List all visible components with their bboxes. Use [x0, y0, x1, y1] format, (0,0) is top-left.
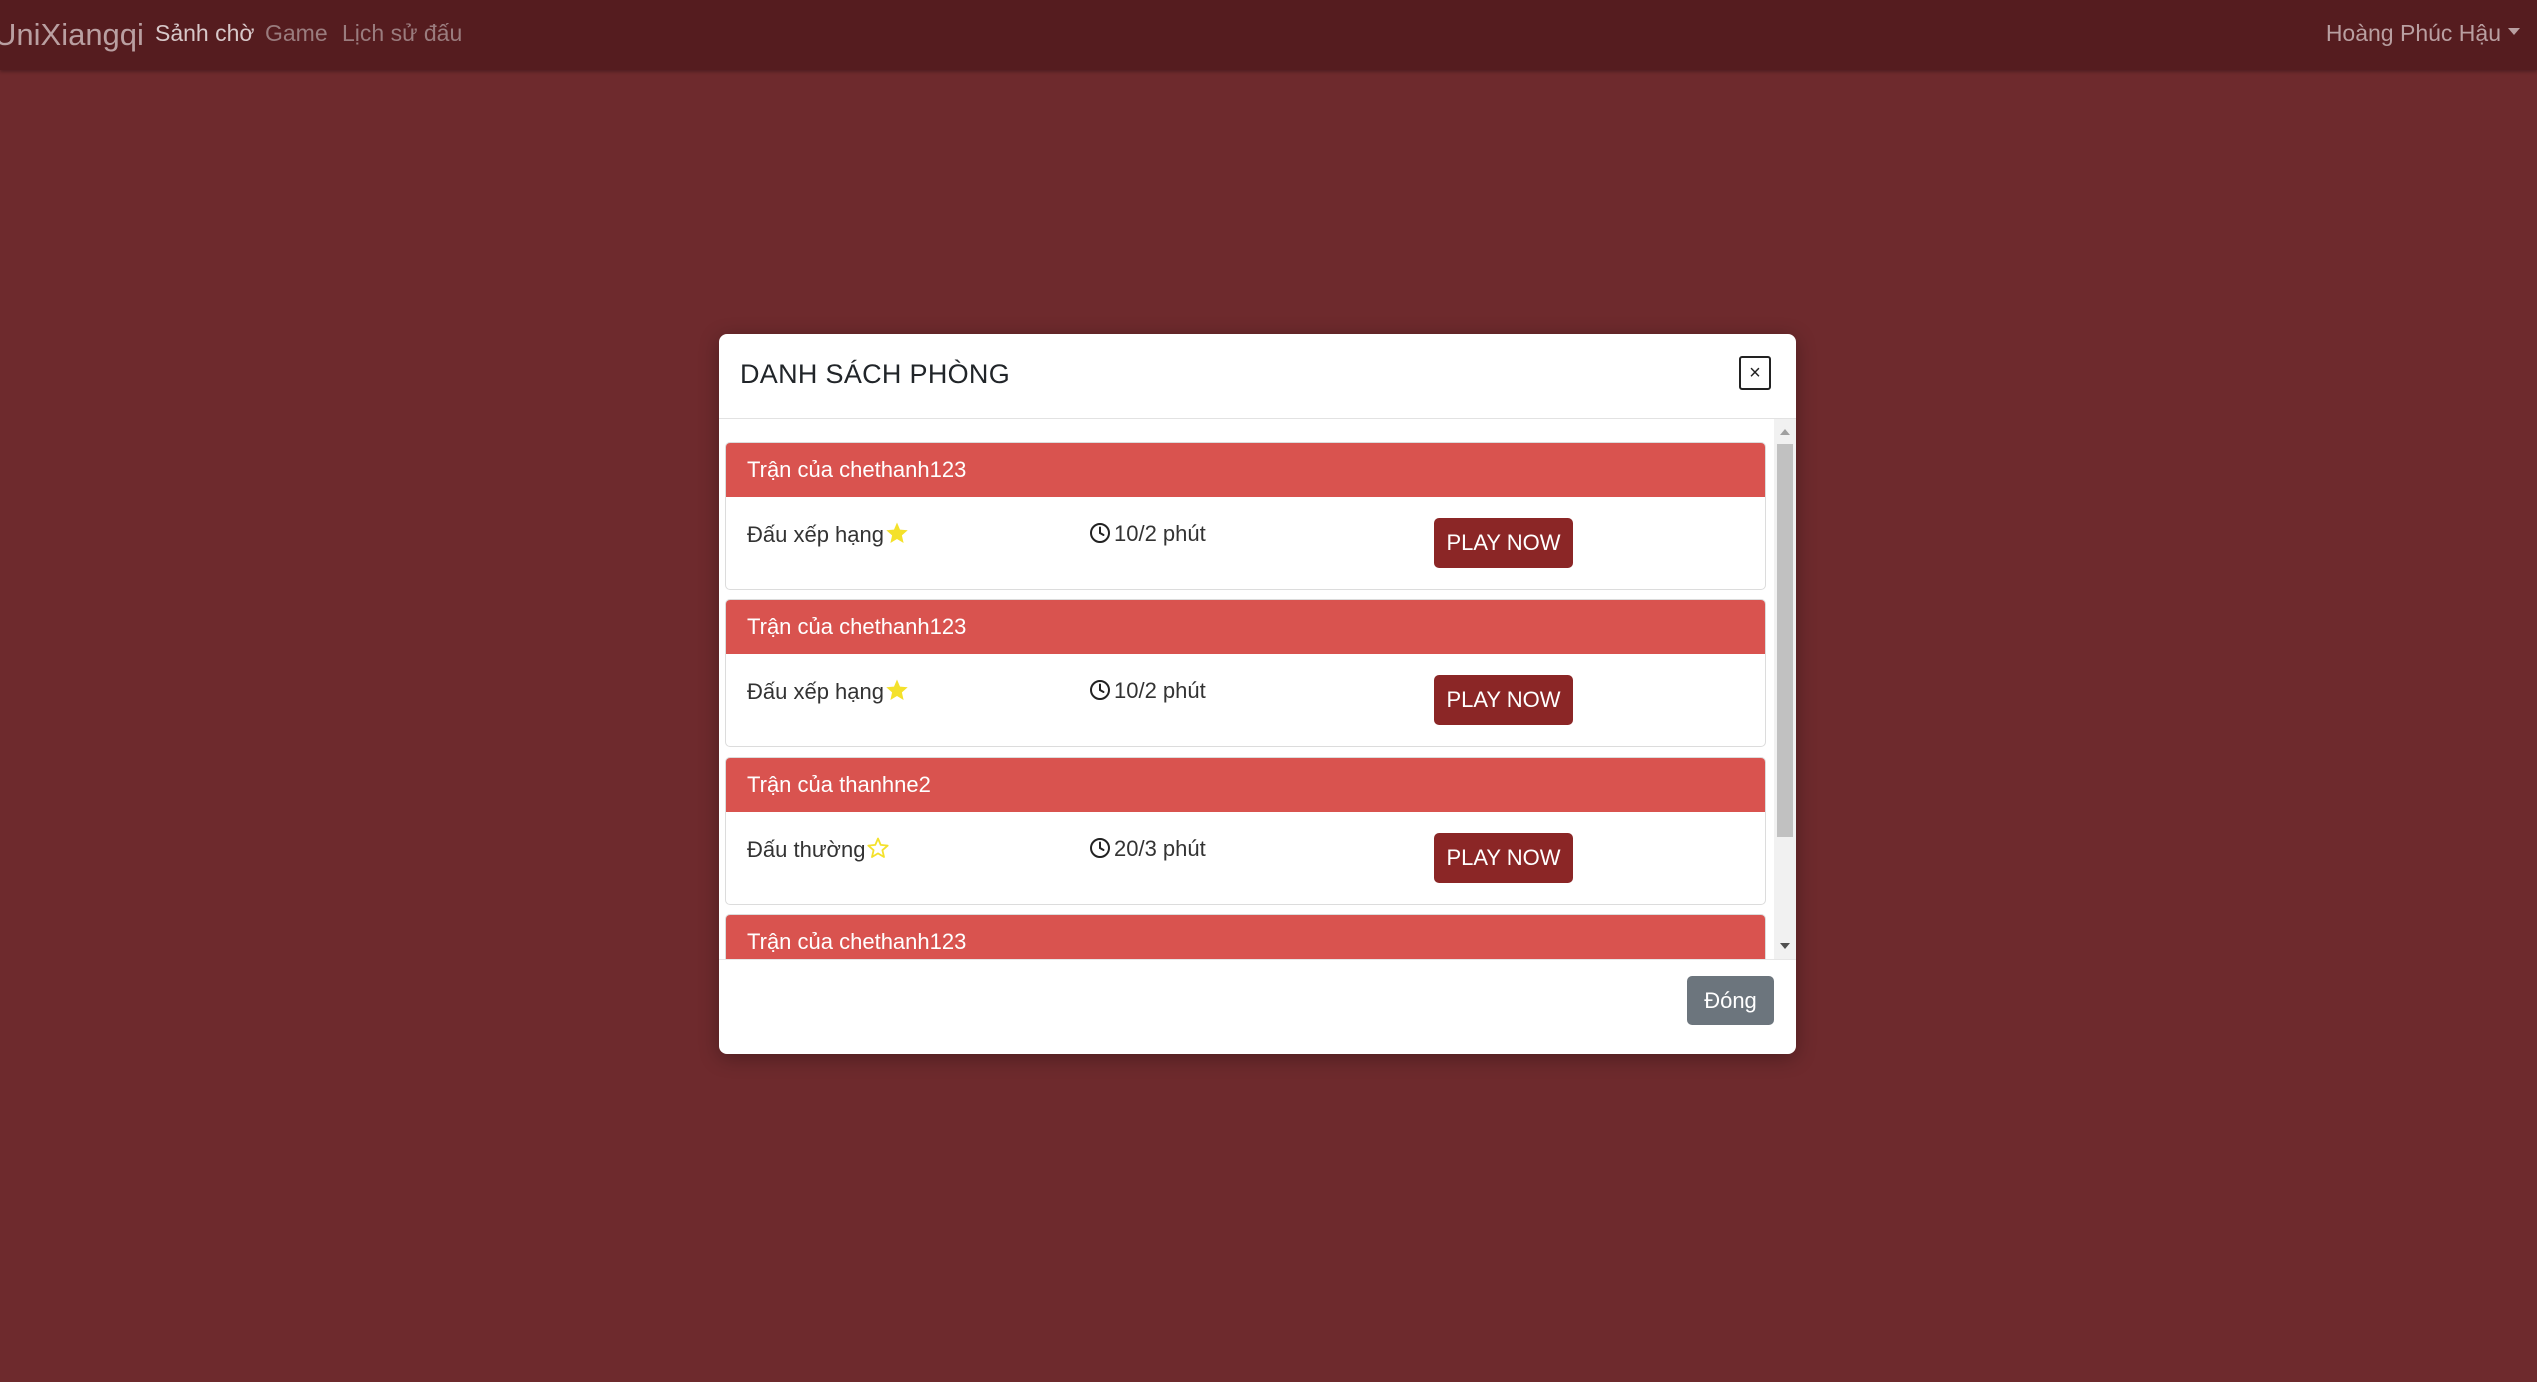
- caret-down-icon: [2508, 28, 2520, 36]
- room-list[interactable]: Trận của chethanh123 Đấu xếp hạng 10/2 p…: [719, 419, 1796, 959]
- room-title: Trận của chethanh123: [726, 600, 1765, 654]
- room-title: Trận của chethanh123: [726, 915, 1765, 959]
- star-filled-icon: [885, 678, 909, 708]
- room-type: Đấu thường: [747, 836, 890, 866]
- clock-icon: [1089, 837, 1111, 865]
- list-scrollbar[interactable]: [1774, 419, 1796, 959]
- star-outline-icon: [866, 836, 890, 866]
- room-time-label: 20/3 phút: [1114, 836, 1206, 861]
- play-now-button[interactable]: PLAY NOW: [1434, 833, 1573, 883]
- close-button[interactable]: Đóng: [1687, 976, 1774, 1025]
- room-type-label: Đấu xếp hạng: [747, 679, 884, 704]
- nav-link-lobby[interactable]: Sảnh chờ: [155, 20, 254, 47]
- room-time-label: 10/2 phút: [1114, 521, 1206, 546]
- room-card: Trận của chethanh123 Đấu xếp hạng 10/2 p…: [725, 442, 1766, 590]
- nav-link-match-history[interactable]: Lịch sử đấu: [342, 20, 462, 47]
- user-name: Hoàng Phúc Hậu: [2325, 20, 2501, 46]
- room-type-label: Đấu thường: [747, 837, 866, 862]
- scroll-thumb[interactable]: [1777, 444, 1793, 837]
- room-card: Trận của thanhne2 Đấu thường 20/3 phút P…: [725, 757, 1766, 905]
- scroll-up-arrow-icon[interactable]: [1780, 429, 1790, 435]
- user-menu[interactable]: Hoàng Phúc Hậu: [2326, 20, 2520, 47]
- modal-title: DANH SÁCH PHÒNG: [740, 359, 1011, 389]
- close-icon-button[interactable]: ×: [1739, 356, 1771, 390]
- room-time-label: 10/2 phút: [1114, 678, 1206, 703]
- room-list-modal: DANH SÁCH PHÒNG × Trận của chethanh123 Đ…: [719, 334, 1796, 1054]
- room-type-label: Đấu xếp hạng: [747, 522, 884, 547]
- room-time: 10/2 phút: [1089, 678, 1206, 707]
- modal-footer: Đóng: [719, 959, 1796, 1054]
- play-now-button[interactable]: PLAY NOW: [1434, 675, 1573, 725]
- room-type: Đấu xếp hạng: [747, 521, 909, 551]
- clock-icon: [1089, 522, 1111, 550]
- room-time: 20/3 phút: [1089, 836, 1206, 865]
- room-time: 10/2 phút: [1089, 521, 1206, 550]
- navbar: UniXiangqi Sảnh chờ Game Lịch sử đấu Hoà…: [0, 0, 2537, 70]
- play-now-button[interactable]: PLAY NOW: [1434, 518, 1573, 568]
- room-card: Trận của chethanh123: [725, 914, 1766, 959]
- scroll-down-arrow-icon[interactable]: [1780, 943, 1790, 949]
- room-card: Trận của chethanh123 Đấu xếp hạng 10/2 p…: [725, 599, 1766, 747]
- modal-header: DANH SÁCH PHÒNG ×: [719, 334, 1796, 419]
- nav-link-game[interactable]: Game: [265, 20, 328, 47]
- room-type: Đấu xếp hạng: [747, 678, 909, 708]
- room-title: Trận của thanhne2: [726, 758, 1765, 812]
- room-title: Trận của chethanh123: [726, 443, 1765, 497]
- brand-logo[interactable]: UniXiangqi: [0, 17, 144, 53]
- star-filled-icon: [885, 521, 909, 551]
- clock-icon: [1089, 679, 1111, 707]
